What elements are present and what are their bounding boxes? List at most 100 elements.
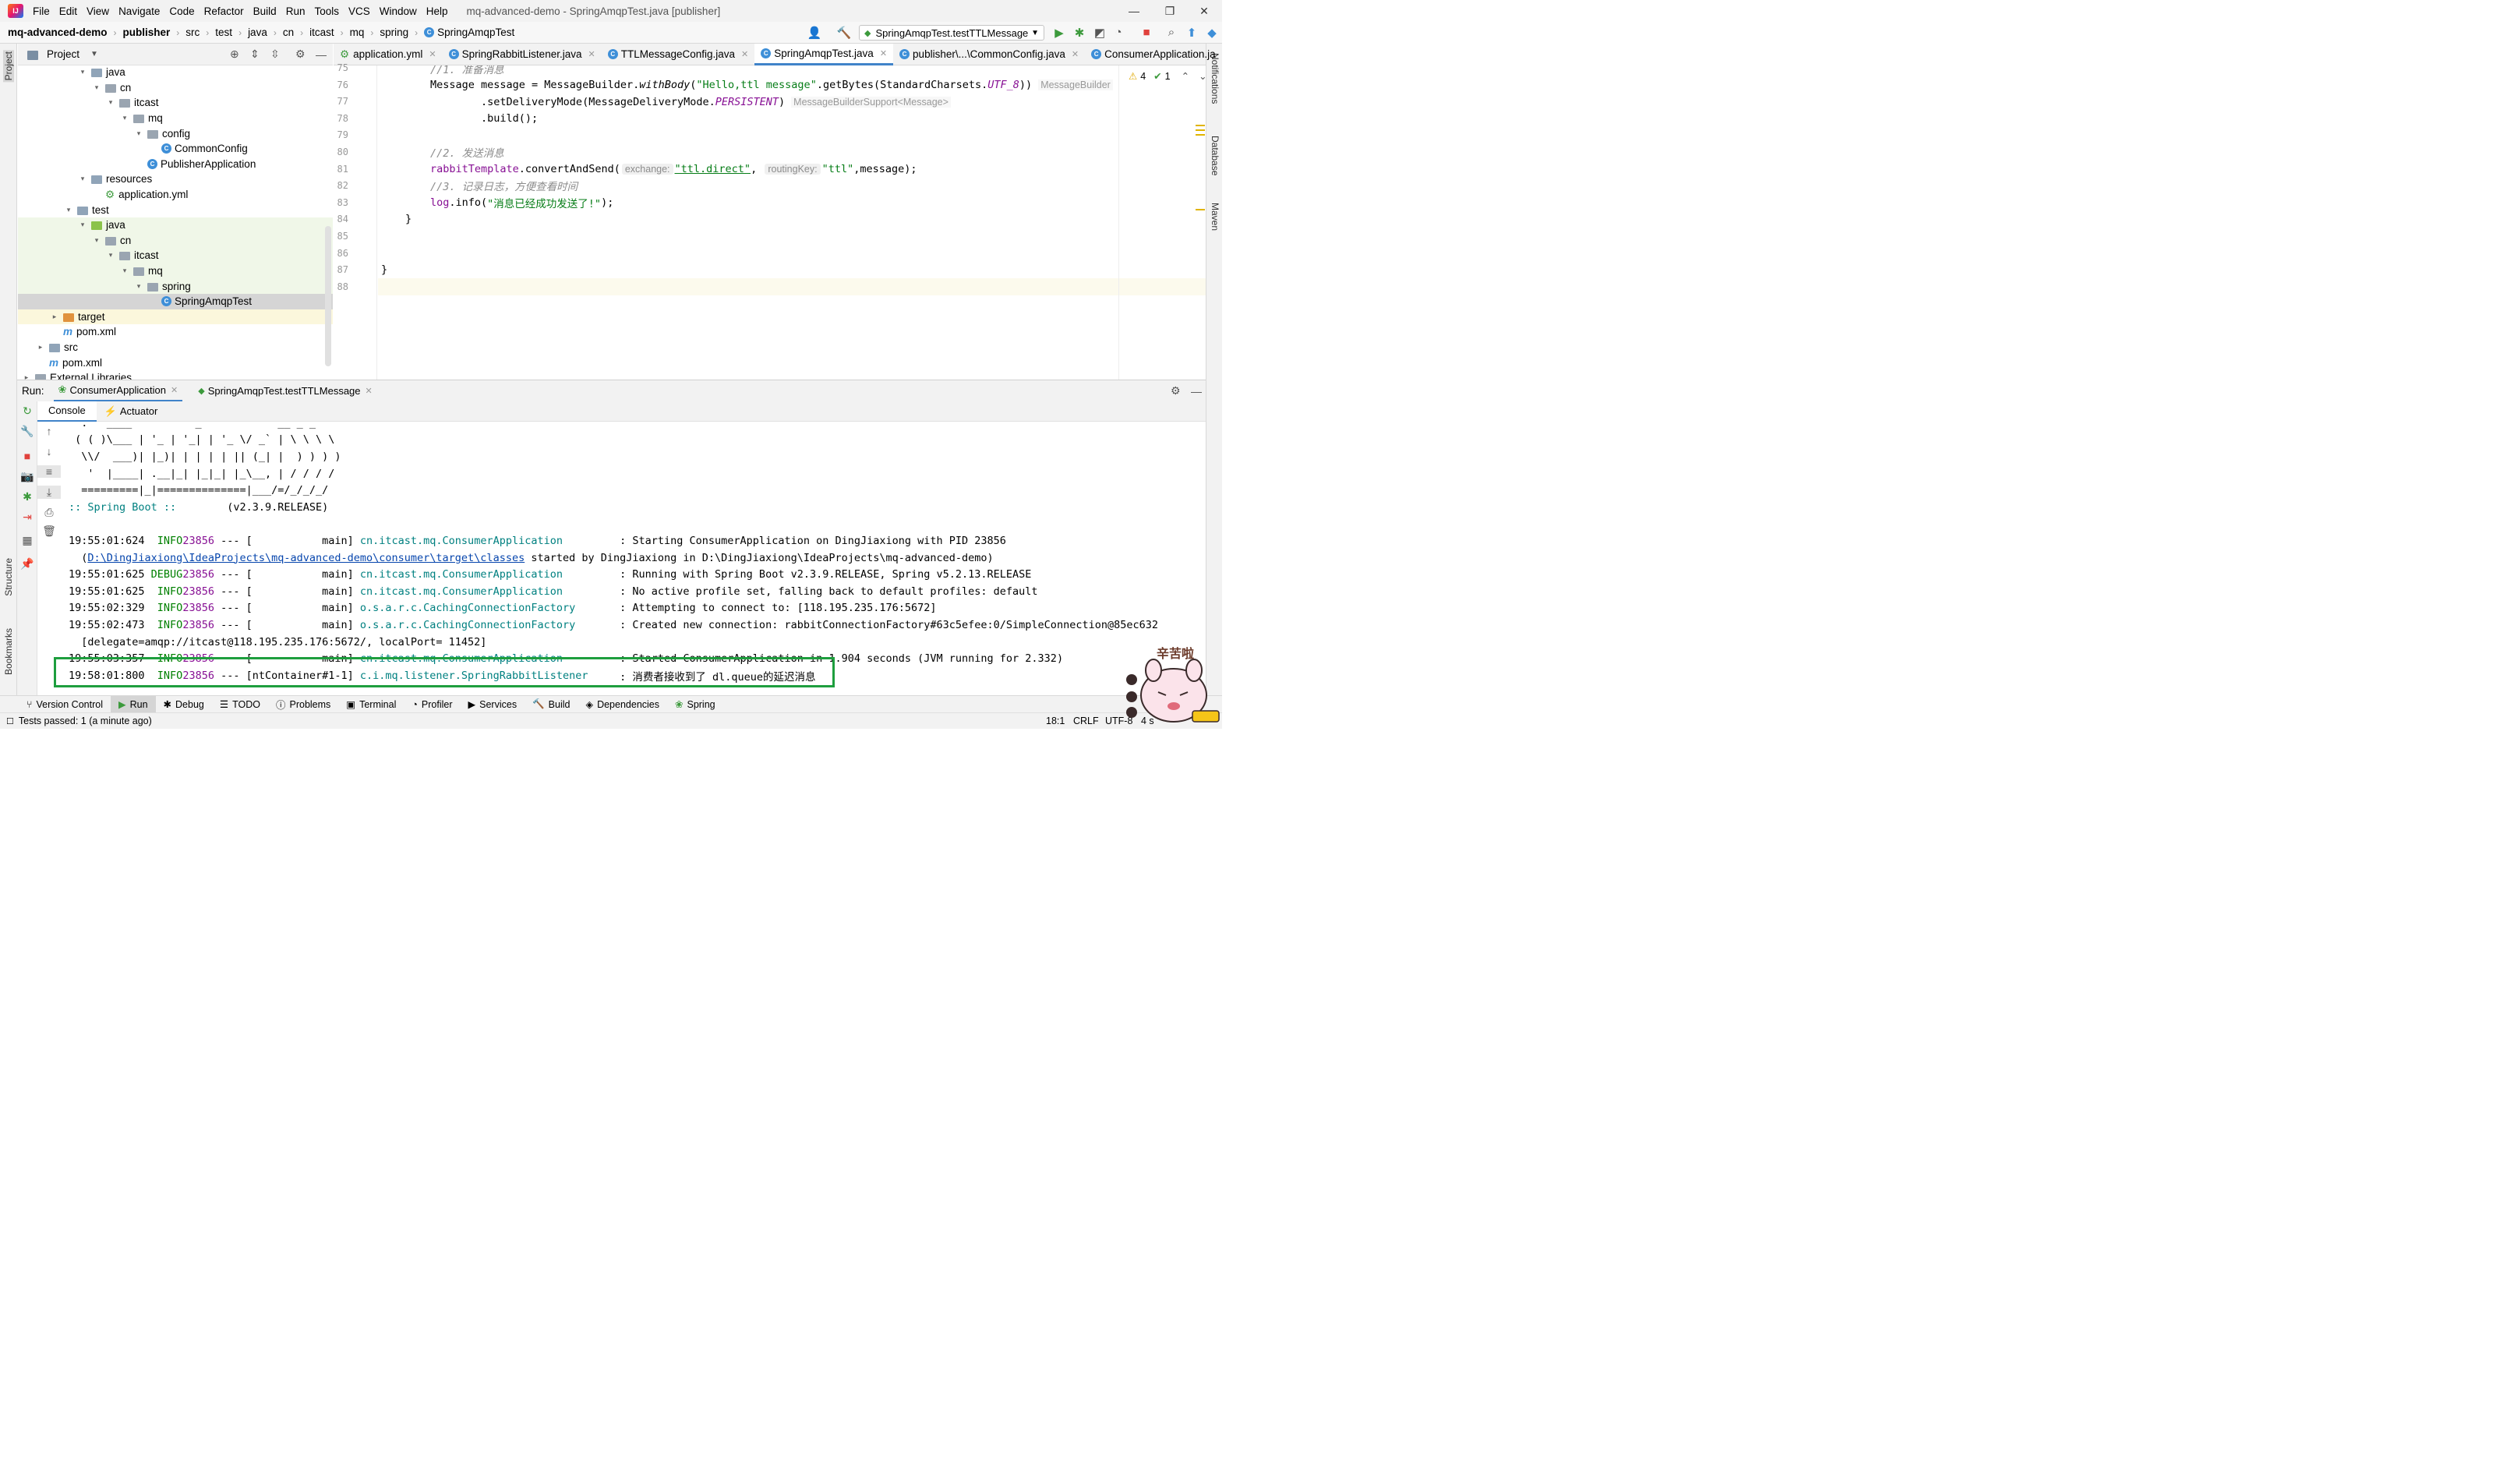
run-config-selector[interactable]: ◆ SpringAmqpTest.testTTLMessage ▼ — [859, 25, 1044, 41]
chevron-down-icon[interactable]: ⌄ — [1199, 70, 1206, 82]
menu-tools[interactable]: Tools — [309, 5, 344, 17]
tool-debug[interactable]: ✱ Debug — [156, 696, 212, 713]
exit-icon[interactable]: ⇥ — [17, 511, 37, 524]
debug-icon[interactable]: ✱ — [1071, 26, 1088, 40]
jetbrains-toolbox-icon[interactable]: ◆ — [1203, 26, 1221, 40]
pin-icon[interactable]: 📌 — [17, 557, 37, 571]
line-number[interactable]: 83 — [337, 197, 348, 208]
line-number[interactable]: 75 — [337, 62, 348, 73]
crumb-spring[interactable]: spring — [380, 26, 408, 38]
chevron-down-icon[interactable]: ▾ — [91, 236, 102, 245]
line-number[interactable]: 85 — [337, 231, 348, 242]
close-icon[interactable]: ✕ — [1186, 0, 1222, 22]
close-tab-icon[interactable]: ✕ — [429, 49, 436, 59]
chevron-down-icon[interactable]: ▾ — [105, 251, 116, 260]
bookmarks-tool-tab[interactable]: Bookmarks — [3, 628, 14, 675]
menu-code[interactable]: Code — [164, 5, 199, 17]
crumb-src[interactable]: src — [185, 26, 200, 38]
tab-ttlmessageconfig[interactable]: C TTLMessageConfig.java ✕ — [602, 44, 755, 65]
close-tab-icon[interactable]: ✕ — [588, 49, 595, 59]
user-icon[interactable]: 👤 — [806, 26, 823, 40]
tab-commonconfig[interactable]: Cpublisher\...\CommonConfig.java ✕ — [893, 44, 1085, 65]
warning-marker[interactable] — [1196, 209, 1205, 210]
console-output[interactable]: . ____ _ __ _ _ ( ( )\___ | '_ | '_| | '… — [61, 422, 1206, 695]
tree-item[interactable]: ▾ cn — [18, 232, 333, 249]
profile-icon[interactable]: ◔ — [1110, 26, 1127, 39]
chevron-up-icon[interactable]: ⌃ — [1182, 70, 1189, 82]
tree-item[interactable]: ▾ test — [18, 202, 333, 217]
tree-item[interactable]: ▾ java — [18, 217, 333, 233]
tool-spring[interactable]: ❀ Spring — [667, 696, 723, 713]
crumb-java[interactable]: java — [248, 26, 267, 38]
hammer-build-icon[interactable]: 🔨 — [835, 26, 853, 40]
code-editor[interactable]: //1. 准备消息 Message message = MessageBuild… — [378, 65, 1206, 380]
menu-help[interactable]: Help — [422, 5, 453, 17]
tool-terminal[interactable]: ▣ Terminal — [338, 696, 404, 713]
chevron-right-icon[interactable]: ▸ — [49, 313, 60, 321]
chevron-down-icon[interactable]: ▾ — [133, 282, 144, 291]
tool-run[interactable]: ▶ Run — [110, 695, 156, 713]
arrow-down-icon[interactable]: ↓ — [37, 445, 61, 458]
project-panel-title[interactable]: Project — [47, 48, 79, 60]
chevron-down-icon[interactable]: ▾ — [77, 221, 88, 229]
tree-item[interactable]: ⚙ application.yml — [18, 187, 333, 203]
chevron-down-icon[interactable]: ▾ — [63, 206, 74, 214]
crumb-itcast[interactable]: itcast — [309, 26, 334, 38]
close-tab-icon[interactable]: ✕ — [1072, 49, 1079, 59]
tree-item[interactable]: ▸ External Libraries — [18, 370, 333, 380]
chevron-down-icon[interactable]: ▾ — [91, 83, 102, 92]
chevron-down-icon[interactable]: ▾ — [77, 175, 88, 183]
menu-edit[interactable]: Edit — [55, 5, 82, 17]
tool-services[interactable]: ▶ Services — [461, 696, 525, 713]
line-number[interactable]: 80 — [337, 147, 348, 157]
chevron-down-icon[interactable]: ▾ — [119, 114, 130, 122]
warning-marker[interactable] — [1196, 134, 1205, 136]
locate-icon[interactable]: ⊕ — [230, 48, 239, 61]
caret-position[interactable]: 18:1 — [1046, 716, 1065, 726]
tree-item[interactable]: ▾ config — [18, 125, 333, 141]
stop-icon[interactable]: ■ — [1138, 26, 1155, 39]
crumb-cn[interactable]: cn — [283, 26, 294, 38]
line-number[interactable]: 78 — [337, 113, 348, 124]
tool-dependencies[interactable]: ◈ Dependencies — [578, 696, 667, 713]
tree-item[interactable]: ▾ mq — [18, 263, 333, 279]
menu-build[interactable]: Build — [249, 5, 281, 17]
close-tab-icon[interactable]: ✕ — [171, 385, 178, 395]
chevron-down-icon[interactable]: ▾ — [77, 68, 88, 76]
line-number[interactable]: 87 — [337, 264, 348, 275]
maven-tool-tab[interactable]: Maven — [1210, 203, 1221, 231]
line-number[interactable]: 86 — [337, 248, 348, 259]
menu-file[interactable]: File — [28, 5, 55, 17]
line-number[interactable]: 77 — [337, 96, 348, 107]
warning-marker[interactable] — [1196, 129, 1205, 131]
tab-application-yml[interactable]: ⚙ application.yml ✕ — [334, 44, 443, 65]
coverage-icon[interactable]: ◩ — [1091, 26, 1108, 40]
warning-marker[interactable] — [1196, 125, 1205, 126]
tree-item[interactable]: ▾ spring — [18, 278, 333, 294]
close-tab-icon[interactable]: ✕ — [880, 48, 887, 58]
line-number[interactable]: 76 — [337, 80, 348, 90]
print-icon[interactable]: ⎙ — [37, 506, 61, 519]
tool-profiler[interactable]: ◔ Profiler — [404, 696, 460, 713]
tree-item[interactable]: C CommonConfig — [18, 141, 333, 157]
menu-window[interactable]: Window — [375, 5, 422, 17]
gear-icon[interactable]: ⚙ — [1171, 384, 1181, 398]
chevron-down-icon[interactable]: ▾ — [133, 129, 144, 138]
project-scrollbar[interactable] — [325, 226, 331, 366]
line-separator[interactable]: CRLF — [1073, 716, 1099, 726]
gear-icon[interactable]: ⚙ — [295, 48, 306, 61]
layout-icon[interactable]: ▦ — [17, 534, 37, 547]
scroll-to-end-icon[interactable]: ⤓ — [37, 486, 61, 499]
close-tab-icon[interactable]: ✕ — [741, 49, 748, 59]
wrench-icon[interactable]: 🔧 — [17, 425, 37, 438]
menu-refactor[interactable]: Refactor — [200, 5, 249, 17]
tab-springrabbitlistener[interactable]: C SpringRabbitListener.java ✕ — [443, 44, 602, 65]
console-path-link[interactable]: D:\DingJiaxiong\IdeaProjects\mq-advanced… — [87, 552, 525, 564]
crumb-module[interactable]: publisher — [123, 26, 171, 38]
database-tool-tab[interactable]: Database — [1210, 136, 1221, 175]
tree-item[interactable]: ▾ resources — [18, 171, 333, 187]
run-tab-consumerapplication[interactable]: ❀ ConsumerApplication ✕ — [53, 380, 183, 402]
camera-icon[interactable]: 📷 — [17, 470, 37, 483]
menu-run[interactable]: Run — [281, 5, 310, 17]
project-tool-tab[interactable]: Project — [3, 50, 14, 83]
